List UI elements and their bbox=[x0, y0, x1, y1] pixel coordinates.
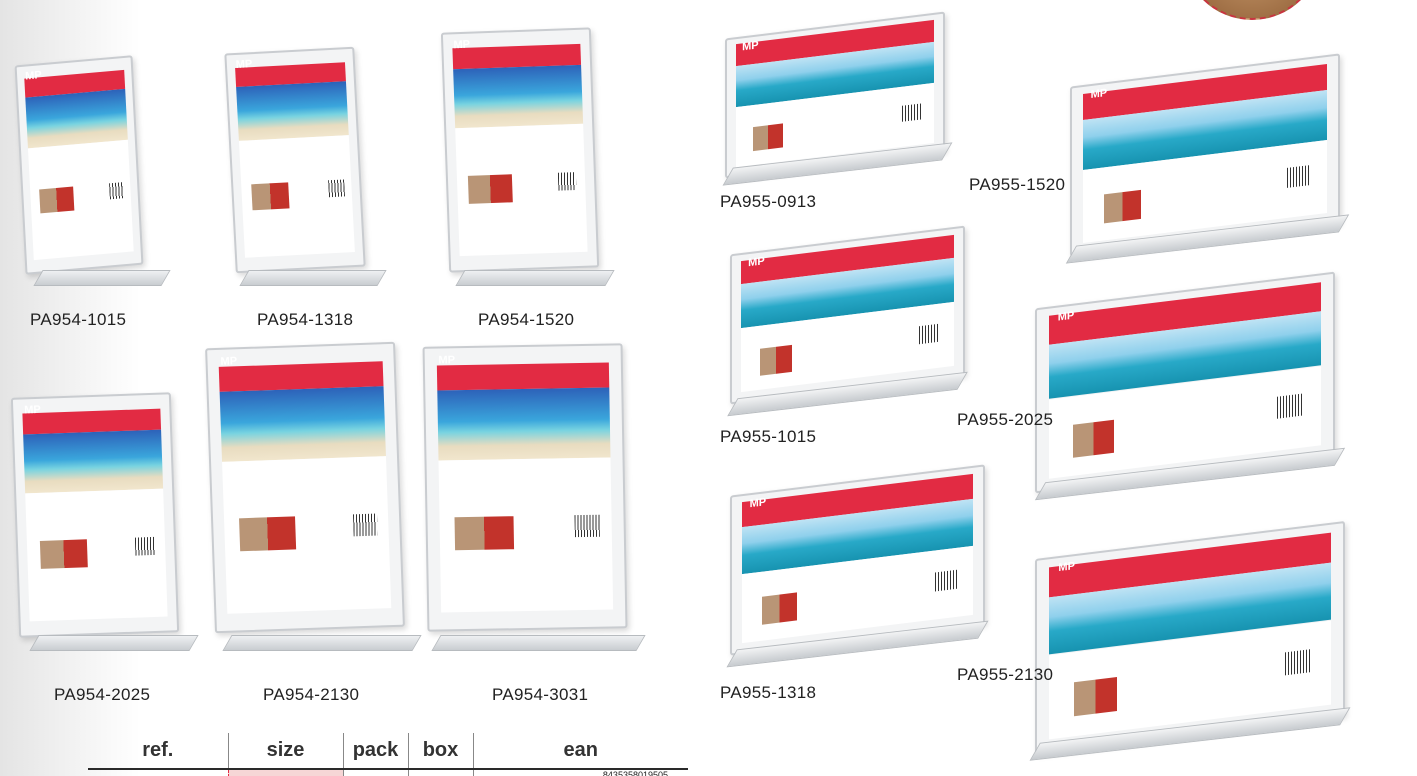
acrylic-base bbox=[222, 635, 422, 651]
acrylic-base bbox=[33, 270, 171, 286]
brand-logo: MP bbox=[1090, 87, 1108, 102]
product-code: PA955-0913 bbox=[720, 192, 817, 211]
acrylic-base bbox=[239, 270, 387, 286]
display-panel: MP bbox=[10, 392, 180, 638]
product-pa954-1520[interactable]: MP PA954-1520 bbox=[440, 27, 650, 345]
sample-photos bbox=[1073, 677, 1117, 717]
col-ean: ean bbox=[472, 733, 688, 770]
acrylic-base bbox=[431, 635, 646, 651]
spec-table: ref. size pack box ean 8435358019505 bbox=[88, 733, 688, 776]
col-size: size bbox=[227, 733, 343, 770]
acrylic-base bbox=[29, 635, 199, 651]
beach-photo bbox=[25, 88, 129, 149]
sample-photos bbox=[1072, 420, 1114, 458]
brand-logo: MP bbox=[748, 255, 765, 270]
brand-logo: MP bbox=[220, 354, 238, 368]
brand-logo: MP bbox=[749, 496, 767, 511]
product-code: PA954-1520 bbox=[478, 310, 575, 329]
cell-ref bbox=[88, 769, 228, 776]
product-pa955-1318[interactable]: MP PA955-1318 bbox=[715, 455, 989, 705]
product-pa955-1520[interactable]: MP PA955-1520 bbox=[965, 40, 1385, 265]
product-code: PA954-2130 bbox=[263, 685, 360, 704]
sample-photos bbox=[39, 538, 88, 569]
product-code: PA954-3031 bbox=[492, 685, 589, 704]
cell-size bbox=[227, 769, 344, 776]
product-code: PA955-2025 bbox=[957, 410, 1054, 429]
barcode bbox=[574, 514, 601, 538]
brand-logo: MP bbox=[235, 58, 253, 72]
table-row: 8435358019505 bbox=[88, 769, 688, 776]
beach-photo bbox=[23, 430, 163, 494]
product-code: PA954-1318 bbox=[257, 310, 354, 329]
product-pa954-1015[interactable]: MP PA954-1015 bbox=[10, 55, 200, 345]
sample-photos bbox=[759, 345, 793, 376]
barcode bbox=[1284, 649, 1313, 676]
display-panel: MP bbox=[205, 341, 405, 634]
brand-logo: MP bbox=[1058, 559, 1075, 574]
product-code: PA954-2025 bbox=[54, 685, 151, 704]
product-pa954-2025[interactable]: MP PA954-2025 bbox=[10, 392, 225, 720]
barcode bbox=[1287, 165, 1312, 189]
sample-photos bbox=[752, 123, 784, 152]
product-code: PA955-1015 bbox=[720, 427, 817, 446]
product-pa955-2025[interactable]: MP PA955-2025 bbox=[955, 270, 1395, 505]
product-pa955-2130[interactable]: MP PA955-2130 bbox=[955, 520, 1395, 770]
barcode bbox=[134, 536, 156, 557]
cell-pack bbox=[342, 769, 408, 776]
sample-photos bbox=[454, 515, 515, 551]
brand-logo: MP bbox=[742, 39, 759, 54]
beach-photo bbox=[437, 387, 611, 461]
product-code: PA955-2130 bbox=[957, 665, 1054, 684]
display-panel: MP bbox=[422, 343, 628, 632]
product-pa955-1015[interactable]: MP PA955-1015 bbox=[715, 215, 968, 450]
brand-logo: MP bbox=[23, 403, 41, 417]
brand-logo: MP bbox=[453, 38, 471, 51]
beach-photo bbox=[235, 81, 350, 142]
sample-photos bbox=[250, 181, 290, 210]
acrylic-base bbox=[455, 270, 615, 286]
product-code: PA955-1318 bbox=[720, 683, 817, 702]
col-pack: pack bbox=[342, 733, 408, 770]
beach-photo bbox=[219, 386, 386, 463]
display-panel: MP bbox=[440, 27, 600, 273]
barcode bbox=[901, 103, 922, 123]
barcode bbox=[327, 179, 345, 198]
sample-photos bbox=[1103, 189, 1142, 224]
brand-logo: MP bbox=[438, 353, 456, 367]
brand-bar bbox=[436, 362, 610, 391]
sample-photos bbox=[239, 515, 296, 552]
product-pa954-1318[interactable]: MP PA954-1318 bbox=[220, 46, 420, 345]
display-panel: MP bbox=[224, 46, 366, 274]
cell-box bbox=[407, 769, 473, 776]
product-pa954-3031[interactable]: MP PA954-3031 bbox=[420, 343, 660, 720]
cell-ean: 8435358019505 bbox=[472, 769, 688, 776]
barcode bbox=[919, 324, 940, 345]
barcode bbox=[352, 513, 378, 537]
sample-photos bbox=[762, 592, 798, 625]
corner-decoration bbox=[1182, 0, 1322, 20]
beach-photo bbox=[452, 65, 584, 129]
brand-logo: MP bbox=[24, 69, 42, 83]
product-pa955-0913[interactable]: MP PA955-0913 bbox=[715, 10, 955, 220]
table-header-row: ref. size pack box ean bbox=[88, 733, 688, 770]
brand-logo: MP bbox=[1057, 309, 1075, 324]
product-pa954-2130[interactable]: MP PA954-2130 bbox=[205, 341, 430, 720]
product-code: PA954-1015 bbox=[30, 310, 127, 329]
sample-photos bbox=[39, 186, 75, 214]
barcode bbox=[1276, 393, 1304, 419]
display-panel: MP bbox=[14, 55, 144, 275]
barcode bbox=[557, 171, 577, 192]
sample-photos bbox=[468, 173, 514, 204]
product-code: PA955-1520 bbox=[969, 175, 1066, 194]
col-ref: ref. bbox=[88, 733, 228, 770]
barcode bbox=[108, 181, 125, 200]
col-box: box bbox=[407, 733, 473, 770]
